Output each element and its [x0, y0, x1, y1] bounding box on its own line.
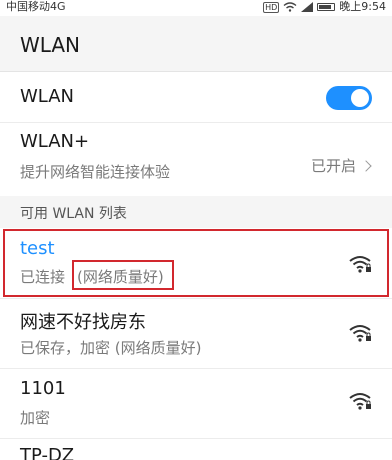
wifi-status-icon [283, 2, 297, 12]
network-item[interactable]: 网速不好找房东 已保存，加密 (网络质量好) [0, 299, 392, 369]
status-icons: HD 晚上9:54 [263, 0, 386, 14]
wlan-plus-status: 已开启 [310, 157, 356, 175]
network-item[interactable]: 1101 加密 [0, 369, 392, 439]
battery-icon [317, 3, 336, 11]
wlan-plus-subtitle: 提升网络智能连接体验 [20, 163, 171, 181]
signal-icon [301, 2, 314, 12]
wlan-label: WLAN [20, 86, 75, 107]
app-header: WLAN [0, 16, 392, 72]
section-header: 可用 WLAN 列表 [0, 196, 392, 228]
network-name: TP-DZ [20, 445, 75, 460]
network-name: 网速不好找房东 [20, 312, 146, 333]
clock: 晚上9:54 [339, 0, 386, 13]
carrier-label: 中国移动4G [6, 0, 66, 13]
wlan-switch[interactable] [326, 86, 372, 110]
switch-knob [351, 89, 369, 107]
highlight-box-connected [3, 229, 389, 297]
network-status: 已保存，加密 (网络质量好) [20, 339, 202, 357]
wlan-toggle-row[interactable]: WLAN [0, 73, 392, 123]
network-item[interactable]: TP-DZ [0, 439, 392, 460]
status-bar: 中国移动4G HD 晚上9:54 [0, 0, 392, 16]
network-name: 1101 [20, 378, 66, 399]
section-title: 可用 WLAN 列表 [20, 206, 127, 222]
wifi-lock-icon [349, 325, 371, 342]
wlan-plus-row[interactable]: WLAN+ 提升网络智能连接体验 已开启 [0, 123, 392, 196]
chevron-right-icon [360, 159, 372, 172]
wifi-lock-icon [349, 393, 371, 410]
wlan-plus-value: 已开启 [310, 155, 372, 176]
hd-badge: HD [263, 1, 280, 13]
wlan-plus-title: WLAN+ [20, 131, 90, 152]
page-title: WLAN [20, 33, 81, 57]
network-status: 加密 [20, 409, 51, 427]
highlight-box-quality [72, 260, 174, 290]
